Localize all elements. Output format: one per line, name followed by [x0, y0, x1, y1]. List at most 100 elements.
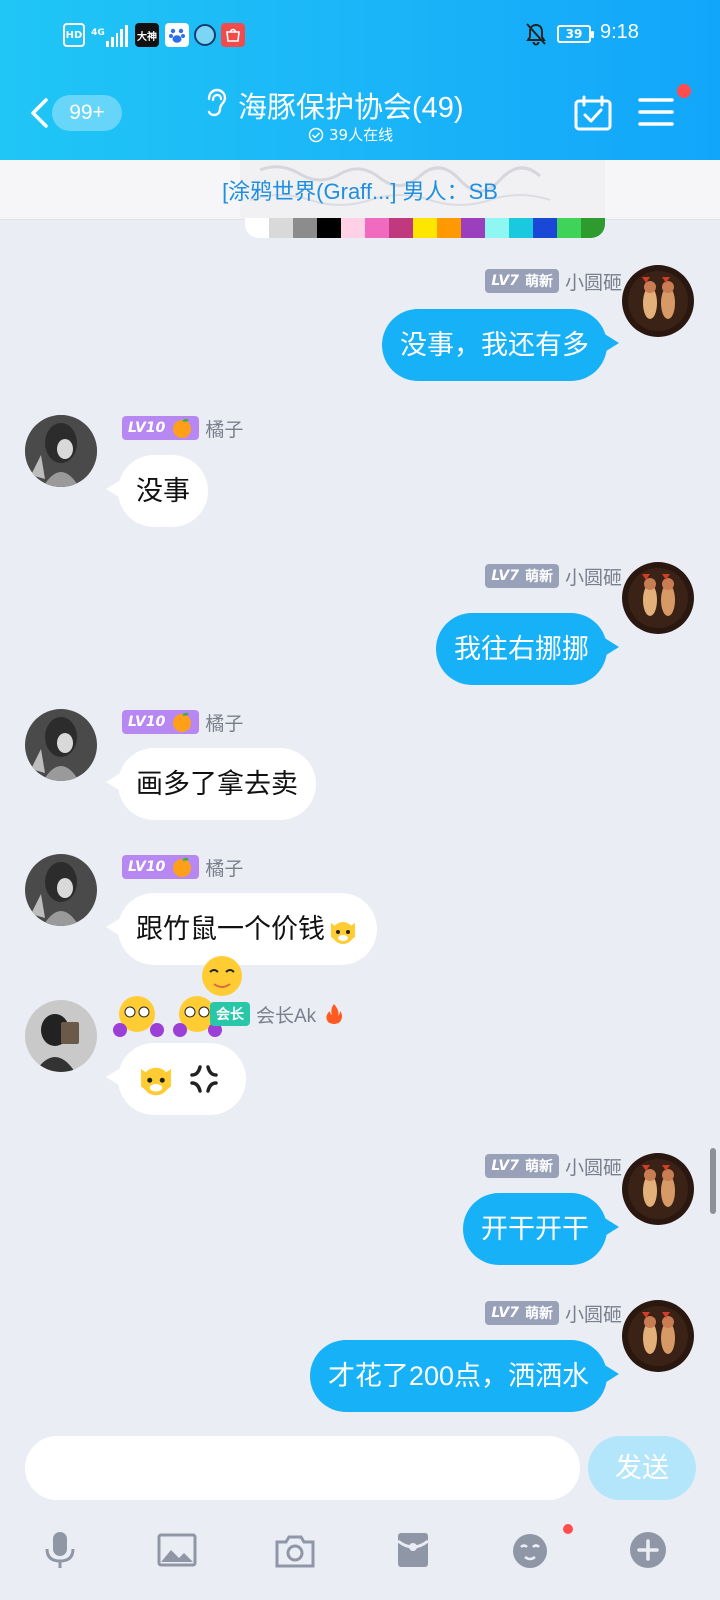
sender-meta: LV10 橘子 — [122, 415, 243, 441]
avatar[interactable] — [25, 415, 97, 487]
online-check-icon — [308, 127, 324, 142]
level-text: LV7 — [491, 1305, 519, 1321]
sender-nickname[interactable]: 小圆砸 — [565, 1300, 622, 1327]
sender-nickname[interactable]: 会长Ak — [256, 1001, 316, 1028]
signal-icon — [106, 23, 128, 47]
message-bubble[interactable]: 没事 — [106, 455, 208, 527]
avatar[interactable] — [25, 854, 97, 926]
scrollbar-thumb[interactable] — [710, 1148, 716, 1214]
image-icon[interactable] — [157, 1530, 197, 1570]
online-count: 39人在线 — [308, 124, 393, 145]
notice-text: [涂鸦世界(Graff...] 男人：SB — [222, 179, 498, 204]
sender-nickname[interactable]: 小圆砸 — [565, 563, 622, 590]
avatar[interactable] — [25, 709, 97, 781]
avatar[interactable] — [25, 1000, 97, 1072]
level-text: LV10 — [128, 859, 166, 875]
chat-title[interactable]: 海豚保护协会(49) 39人在线 — [200, 84, 520, 146]
unread-count-badge: 99+ — [52, 95, 122, 131]
avatar[interactable] — [622, 1300, 694, 1372]
emoji-notification-dot — [563, 1524, 573, 1534]
level-badge: LV10 — [122, 855, 200, 879]
calendar-check-icon[interactable] — [574, 95, 612, 131]
sender-nickname[interactable]: 小圆砸 — [565, 1153, 622, 1180]
title-tag: 萌新 — [524, 569, 553, 585]
camera-icon[interactable] — [275, 1530, 315, 1570]
menu-icon[interactable] — [638, 96, 674, 128]
orange-icon — [173, 418, 192, 438]
level-text: LV10 — [128, 714, 166, 730]
level-badge: LV10 — [122, 416, 200, 440]
chat-toolbar — [0, 1520, 720, 1580]
ear-icon — [207, 88, 227, 117]
title-tag: 萌新 — [524, 274, 553, 290]
message-bubble[interactable]: 开干开干 — [463, 1193, 619, 1265]
palette-swatch — [293, 218, 317, 238]
online-text: 39人在线 — [329, 126, 394, 144]
message-bubble[interactable]: 画多了拿去卖 — [106, 748, 316, 820]
palette-swatch — [461, 218, 485, 238]
avatar[interactable] — [622, 1153, 694, 1225]
sender-nickname[interactable]: 橘子 — [205, 415, 243, 442]
title-tag: 萌新 — [524, 1306, 553, 1322]
message-bubble[interactable]: 没事，我还有多 — [382, 309, 619, 381]
message-bubble[interactable]: 我往右挪挪 — [436, 613, 619, 685]
orange-icon — [173, 857, 192, 877]
sender-nickname[interactable]: 橘子 — [205, 854, 243, 881]
palette-swatch — [581, 218, 605, 238]
title-badge: 会长 — [210, 1002, 250, 1026]
palette-swatch — [269, 218, 293, 238]
angry-vein-icon — [190, 1065, 218, 1093]
store-app-icon — [221, 23, 245, 47]
palette-swatch — [485, 218, 509, 238]
avatar[interactable] — [622, 265, 694, 337]
dashen-app-icon: 大神 — [135, 23, 159, 47]
plus-icon[interactable] — [628, 1530, 668, 1570]
avatar[interactable] — [622, 562, 694, 634]
level-badge: LV7 萌新 — [485, 1154, 559, 1178]
level-badge: LV7 萌新 — [485, 564, 559, 588]
level-badge: LV7 萌新 — [485, 269, 559, 293]
network-type: 4G — [91, 28, 105, 38]
fire-icon — [326, 1004, 343, 1024]
baidu-app-icon — [165, 23, 189, 47]
pinned-notice[interactable]: [涂鸦世界(Graff...] 男人：SB — [0, 160, 720, 220]
palette-swatch — [245, 218, 269, 238]
title-tag: 会长 — [216, 1007, 244, 1023]
message-bubble[interactable]: 才花了200点，洒洒水 — [309, 1340, 620, 1412]
title-tag: 萌新 — [524, 1159, 553, 1175]
back-button[interactable]: 99+ — [28, 95, 123, 131]
send-button[interactable]: 发送 — [588, 1436, 696, 1500]
level-text: LV7 — [491, 273, 519, 289]
sender-meta: 会长 会长Ak — [210, 1001, 346, 1027]
palette-swatch — [341, 218, 365, 238]
battery-icon: 39 — [557, 25, 594, 43]
sender-nickname[interactable]: 橘子 — [205, 709, 243, 736]
microphone-icon[interactable] — [40, 1530, 80, 1570]
level-badge: LV7 萌新 — [485, 1301, 559, 1325]
sender-meta: LV10 橘子 — [122, 854, 243, 880]
palette-swatch — [413, 218, 437, 238]
level-text: LV7 — [491, 1158, 519, 1174]
level-text: LV10 — [128, 420, 166, 436]
message-text: 跟竹鼠一个价钱 — [136, 914, 325, 944]
cat-face-emoji-icon — [141, 1067, 171, 1096]
message-input[interactable] — [25, 1436, 580, 1500]
red-packet-icon[interactable] — [393, 1530, 433, 1570]
group-title: 海豚保护协会(49) — [238, 92, 464, 124]
emoji-icon[interactable] — [510, 1530, 550, 1570]
level-badge: LV10 — [122, 710, 200, 734]
orange-icon — [173, 712, 192, 732]
input-bar: 发送 — [0, 1420, 720, 1600]
color-palette-strip — [245, 218, 605, 238]
hd-icon: HD — [63, 23, 85, 47]
sender-meta: LV7 萌新 小圆砸 — [485, 268, 622, 294]
clock: 9:18 — [600, 21, 639, 43]
level-text: LV7 — [491, 568, 519, 584]
palette-swatch — [389, 218, 413, 238]
sender-meta: LV7 萌新 小圆砸 — [485, 563, 622, 589]
message-bubble[interactable] — [106, 1043, 246, 1115]
palette-swatch — [365, 218, 389, 238]
sender-meta: LV10 橘子 — [122, 709, 243, 735]
top-bar: HD 4G 大神 39 9:18 99+ 海豚保护协会(49) 39人在线 — [0, 0, 720, 160]
sender-nickname[interactable]: 小圆砸 — [565, 268, 622, 295]
